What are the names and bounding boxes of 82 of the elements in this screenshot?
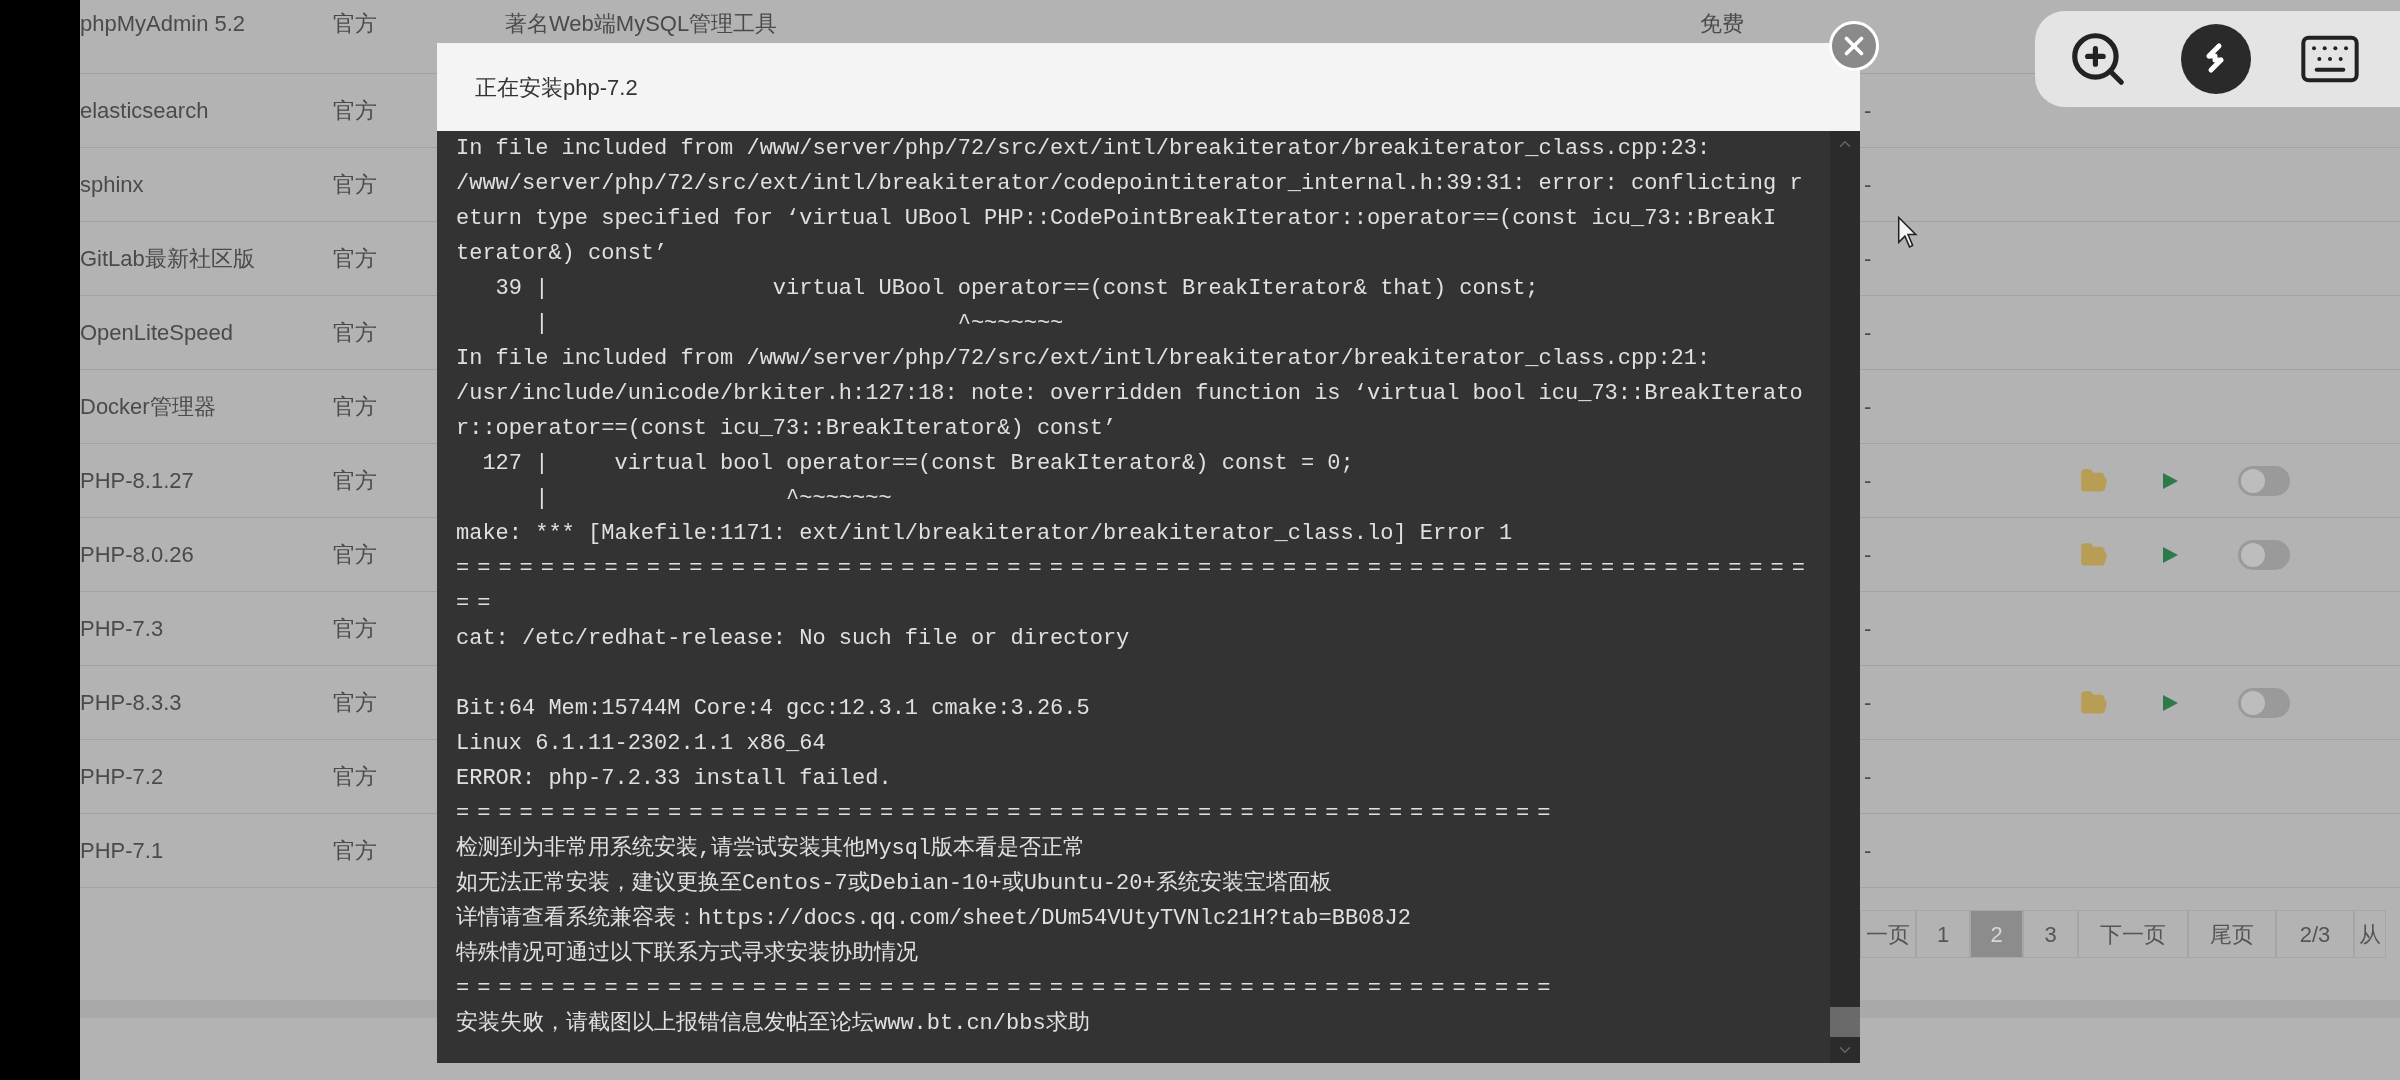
page-button[interactable]: 从 bbox=[2354, 910, 2386, 958]
page-button[interactable]: 2/3 bbox=[2276, 910, 2354, 958]
app-name: PHP-7.3 bbox=[80, 616, 164, 641]
app-name: PHP-8.3.3 bbox=[80, 690, 182, 715]
separator-line: == bbox=[456, 591, 499, 616]
dash-text: - bbox=[1864, 468, 1872, 493]
log-line: In file included from /www/server/php/72/src/ext/intl/breakiterator/breakiterator_class.cpp:21: bbox=[456, 346, 1711, 371]
log-line: 127 | virtual bool operator==(const BreakIterator&) const = 0; bbox=[481, 451, 1354, 476]
source-label: 官方 bbox=[333, 690, 377, 715]
dash-text: - bbox=[1864, 320, 1872, 345]
page-button[interactable]: 3 bbox=[2023, 910, 2078, 958]
source-label: 官方 bbox=[333, 11, 377, 36]
log-line: terator&) const’ bbox=[456, 241, 668, 266]
log-line: eturn type specified for ‘virtual UBool PHP::CodePointBreakIterator::operator==(const icu_73::BreakI bbox=[456, 206, 1777, 231]
separator-line: ==================================================== bbox=[456, 801, 1559, 826]
source-label: 官方 bbox=[333, 764, 377, 789]
price-label: 免费 bbox=[1700, 11, 1744, 36]
log-line: Bit:64 Mem:15744M Core:4 gcc:12.3.1 cmake:3.26.5 bbox=[456, 696, 1090, 721]
page-button[interactable]: 尾页 bbox=[2188, 910, 2276, 958]
app-name: PHP-8.0.26 bbox=[80, 542, 194, 567]
source-label: 官方 bbox=[333, 468, 377, 493]
dash-text: - bbox=[1864, 616, 1872, 641]
separator-line: ================================================================ bbox=[456, 556, 1813, 581]
remote-desktop-icon[interactable] bbox=[2181, 24, 2251, 94]
dash-text: - bbox=[1864, 542, 1872, 567]
log-line: r::operator==(const icu_73::BreakIterator&) const’ bbox=[456, 416, 1117, 441]
scroll-thumb[interactable] bbox=[1830, 1007, 1860, 1037]
play-icon[interactable] bbox=[2160, 692, 2180, 713]
log-line: In file included from /www/server/php/72/src/ext/intl/breakiterator/breakiterator_class.cpp:23: bbox=[456, 136, 1711, 161]
play-icon[interactable] bbox=[2160, 544, 2180, 565]
dash-text: - bbox=[1864, 98, 1872, 123]
source-label: 官方 bbox=[333, 394, 377, 419]
cursor-icon bbox=[1897, 216, 1919, 250]
app-name: GitLab最新社区版 bbox=[80, 246, 255, 271]
log-line: make: *** [Makefile:1171: ext/intl/breakiterator/breakiterator_class.lo] Error 1 bbox=[456, 521, 1513, 546]
app-description: 著名Web端MySQL管理工具 bbox=[505, 11, 778, 36]
source-label: 官方 bbox=[333, 172, 377, 197]
source-label: 官方 bbox=[333, 616, 377, 641]
log-line: 39 | virtual UBool operator==(const BreakIterator& that) const; bbox=[494, 276, 1539, 301]
log-line: 检测到为非常用系统安装,请尝试安装其他Mysql版本看是否正常 bbox=[456, 836, 1086, 861]
source-label: 官方 bbox=[333, 838, 377, 863]
dash-text: - bbox=[1864, 764, 1872, 789]
page-button[interactable]: 2 bbox=[1970, 910, 2023, 958]
log-line: 安装失败，请截图以上报错信息发帖至论坛www.bt.cn/bbs求助 bbox=[456, 1011, 1090, 1036]
app-name: OpenLiteSpeed bbox=[80, 320, 233, 345]
log-line: Linux 6.1.11-2302.1.1 x86_64 bbox=[456, 731, 826, 756]
page-button[interactable]: 下一页 bbox=[2078, 910, 2188, 958]
dash-text: - bbox=[1864, 172, 1872, 197]
app-name: elasticsearch bbox=[80, 98, 209, 123]
source-label: 官方 bbox=[333, 542, 377, 567]
scrollbar[interactable] bbox=[1830, 131, 1860, 1063]
page-button[interactable]: 1 bbox=[1916, 910, 1970, 958]
log-line: | ^~~~~~~~ bbox=[534, 311, 1064, 336]
log-line: | ^~~~~~~~ bbox=[534, 486, 892, 511]
app-name: PHP-7.2 bbox=[80, 764, 164, 789]
app-name: sphinx bbox=[80, 172, 144, 197]
log-line: 详情请查看系统兼容表：https://docs.qq.com/sheet/DUm54VUtyTVNlc21H?tab=BB08J2 bbox=[456, 906, 1411, 931]
dash-text: - bbox=[1864, 690, 1872, 715]
log-line: /usr/include/unicode/brkiter.h:127:18: note: overridden function is ‘virtual bool icu_73::BreakIterato bbox=[456, 381, 1803, 406]
app-name: Docker管理器 bbox=[80, 394, 216, 419]
log-line: 特殊情况可通过以下联系方式寻求安装协助情况 bbox=[456, 941, 918, 966]
log-line: /www/server/php/72/src/ext/intl/breakiterator/codepointiterator_internal.h:39:31: error: conflicting r bbox=[456, 171, 1803, 196]
log-line: 如无法正常安装，建议更换至Centos-7或Debian-10+或Ubuntu-20+系统安装宝塔面板 bbox=[456, 871, 1332, 896]
dash-text: - bbox=[1864, 246, 1872, 271]
separator-line: ==================================================== bbox=[456, 976, 1559, 1001]
log-line: cat: /etc/redhat-release: No such file or directory bbox=[456, 626, 1130, 651]
toggle-switch[interactable] bbox=[2238, 465, 2290, 496]
dash-text: - bbox=[1864, 394, 1872, 419]
play-icon[interactable] bbox=[2160, 470, 2180, 491]
source-label: 官方 bbox=[333, 98, 377, 123]
app-name: phpMyAdmin 5.2 bbox=[80, 11, 246, 36]
app-name: PHP-8.1.27 bbox=[80, 468, 194, 493]
source-label: 官方 bbox=[333, 246, 377, 271]
page-button[interactable]: 一页 bbox=[1860, 910, 1916, 958]
toggle-switch[interactable] bbox=[2238, 539, 2290, 570]
dash-text: - bbox=[1864, 838, 1872, 863]
dialog-title: 正在安装php-7.2 bbox=[475, 73, 638, 102]
app-name: PHP-7.1 bbox=[80, 838, 164, 863]
source-label: 官方 bbox=[333, 320, 377, 345]
close-button[interactable] bbox=[1829, 21, 1879, 71]
toggle-switch[interactable] bbox=[2238, 687, 2290, 718]
log-line: ERROR: php-7.2.33 install failed. bbox=[456, 766, 892, 791]
